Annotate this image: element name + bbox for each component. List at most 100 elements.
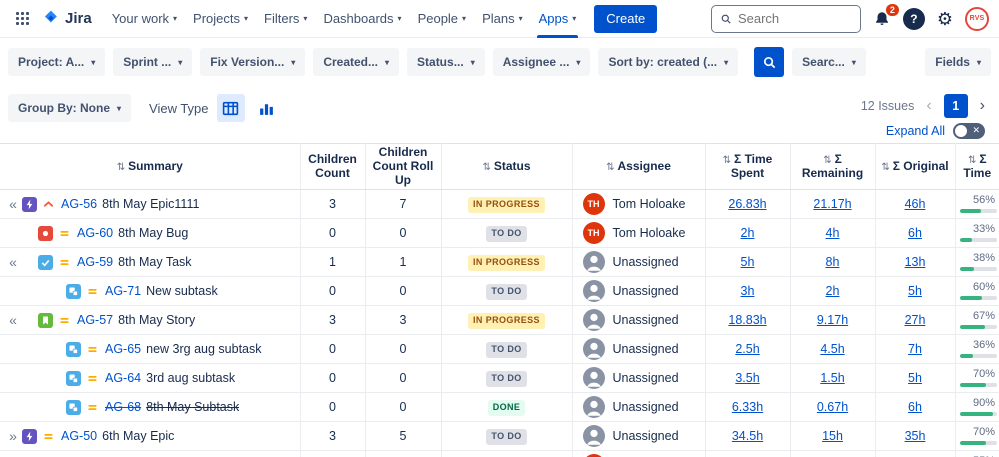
issue-key-link[interactable]: AG-57 [77, 313, 113, 327]
time-spent-link[interactable]: 6.33h [732, 400, 763, 414]
issue-key-link[interactable]: AG-65 [105, 342, 141, 356]
time-remaining-cell: 2h [790, 277, 875, 306]
nav-item-people[interactable]: People▾ [410, 0, 475, 38]
time-spent-link[interactable]: 5h [741, 255, 755, 269]
filter-created[interactable]: Created...▾ [313, 48, 399, 76]
issue-key-link[interactable]: AG-56 [61, 197, 97, 211]
collapse-toggle-icon[interactable]: « [4, 254, 22, 270]
column-header-remaining[interactable]: ⇅Σ Remaining [790, 144, 875, 190]
jira-logo-text: Jira [65, 10, 92, 27]
children-count-cell: 0 [300, 364, 365, 393]
time-remaining-link[interactable]: 8h [826, 255, 840, 269]
time-remaining-link[interactable]: 21.17h [813, 197, 851, 211]
column-header-children-count-roll-up[interactable]: Children Count Roll Up [365, 144, 441, 190]
nav-item-filters[interactable]: Filters▾ [256, 0, 315, 38]
expand-all-toggle[interactable]: ✕ [953, 123, 985, 139]
nav-item-your-work[interactable]: Your work▾ [104, 0, 185, 38]
column-header-time[interactable]: ⇅Σ Time [955, 144, 999, 190]
issue-key-link[interactable]: AG-68 [105, 400, 141, 414]
summary-wrap: AG-71New subtask [4, 277, 296, 305]
time-remaining-link[interactable]: 4.5h [820, 342, 844, 356]
nav-item-plans[interactable]: Plans▾ [474, 0, 531, 38]
app-switcher-icon[interactable] [10, 6, 35, 31]
time-original-link[interactable]: 7h [908, 342, 922, 356]
time-original-link[interactable]: 13h [905, 255, 926, 269]
chart-view-button[interactable] [253, 94, 281, 122]
next-page-icon[interactable]: › [980, 98, 985, 114]
issue-key-link[interactable]: AG-59 [77, 255, 113, 269]
time-original-link[interactable]: 27h [905, 313, 926, 327]
collapse-toggle-icon[interactable]: « [4, 196, 22, 212]
time-original-link[interactable]: 35h [905, 429, 926, 443]
column-header-children-count[interactable]: Children Count [300, 144, 365, 190]
jira-logo[interactable]: Jira [39, 9, 100, 28]
settings-gear-icon[interactable]: ⚙ [937, 10, 953, 28]
time-remaining-link[interactable]: 1.5h [820, 371, 844, 385]
time-spent-link[interactable]: 26.83h [728, 197, 766, 211]
children-rollup-cell: 3 [365, 306, 441, 335]
column-header-status[interactable]: ⇅Status [441, 144, 572, 190]
issue-key-link[interactable]: AG-60 [77, 226, 113, 240]
nav-item-dashboards[interactable]: Dashboards▾ [315, 0, 409, 38]
subtask-icon [66, 284, 81, 299]
chevron-down-icon: ▾ [178, 58, 182, 67]
filter-fix-version[interactable]: Fix Version...▾ [200, 48, 305, 76]
unassigned-avatar-icon [583, 338, 605, 360]
time-spent-link[interactable]: 3.5h [735, 371, 759, 385]
time-spent-cell: 26.83h [705, 190, 790, 219]
notifications-icon[interactable]: 2 [873, 10, 891, 28]
fields-dropdown[interactable]: Fields▾ [925, 48, 991, 76]
nav-item-apps[interactable]: Apps▾ [531, 0, 585, 38]
column-header-summary[interactable]: ⇅Summary [0, 144, 300, 190]
time-original-link[interactable]: 46h [905, 197, 926, 211]
issue-key-link[interactable]: AG-71 [105, 284, 141, 298]
time-spent-link[interactable]: 3h [741, 284, 755, 298]
filter-assignee[interactable]: Assignee ...▾ [493, 48, 591, 76]
time-remaining-link[interactable]: 9.17h [817, 313, 848, 327]
chevron-down-icon: ▾ [724, 58, 728, 67]
group-by-dropdown[interactable]: Group By: None ▾ [8, 94, 131, 122]
column-header-assignee[interactable]: ⇅Assignee [572, 144, 705, 190]
time-spent-link[interactable]: 18.83h [728, 313, 766, 327]
issue-key-link[interactable]: AG-64 [105, 371, 141, 385]
expand-all-link[interactable]: Expand All [886, 124, 945, 138]
filter-sprint[interactable]: Sprint ...▾ [113, 48, 192, 76]
time-spent-link[interactable]: 2.5h [735, 342, 759, 356]
filter-status[interactable]: Status...▾ [407, 48, 485, 76]
grid-view-button[interactable] [217, 94, 245, 122]
filter-search-more[interactable]: Searc...▾ [792, 48, 866, 76]
create-button[interactable]: Create [594, 5, 657, 33]
time-original-link[interactable]: 6h [908, 226, 922, 240]
priority-medium-icon [41, 429, 56, 444]
column-header-time-spent[interactable]: ⇅Σ Time Spent [705, 144, 790, 190]
time-spent-link[interactable]: 34.5h [732, 429, 763, 443]
collapse-toggle-icon[interactable]: « [4, 312, 22, 328]
issue-key-link[interactable]: AG-50 [61, 429, 97, 443]
filter-project-a[interactable]: Project: A...▾ [8, 48, 105, 76]
time-original-link[interactable]: 5h [908, 371, 922, 385]
expand-toggle-icon[interactable]: » [4, 428, 22, 444]
time-original-link[interactable]: 5h [908, 284, 922, 298]
prev-page-icon[interactable]: ‹ [926, 98, 931, 114]
progress-percent: 70% [960, 426, 998, 439]
issue-summary-text: 8th May Subtask [146, 400, 239, 414]
children-count-cell: 0 [300, 393, 365, 422]
filter-search-button[interactable] [754, 47, 784, 77]
search-input[interactable] [738, 11, 852, 26]
time-remaining-link[interactable]: 0.67h [817, 400, 848, 414]
time-original-link[interactable]: 6h [908, 400, 922, 414]
help-icon[interactable]: ? [903, 8, 925, 30]
time-remaining-link[interactable]: 4h [826, 226, 840, 240]
column-header-original[interactable]: ⇅Σ Original [875, 144, 955, 190]
page-number-button[interactable]: 1 [944, 94, 968, 118]
time-spent-cell: 3h [705, 277, 790, 306]
time-remaining-link[interactable]: 15h [822, 429, 843, 443]
nav-item-projects[interactable]: Projects▾ [185, 0, 256, 38]
assignee-wrap: Unassigned [577, 248, 701, 276]
summary-cell: AG-71New subtask [0, 277, 300, 306]
user-avatar[interactable]: RVS [965, 7, 989, 31]
filter-sort-by-created[interactable]: Sort by: created (...▾ [598, 48, 738, 76]
time-spent-link[interactable]: 2h [741, 226, 755, 240]
global-search[interactable] [711, 5, 861, 33]
time-remaining-link[interactable]: 2h [826, 284, 840, 298]
